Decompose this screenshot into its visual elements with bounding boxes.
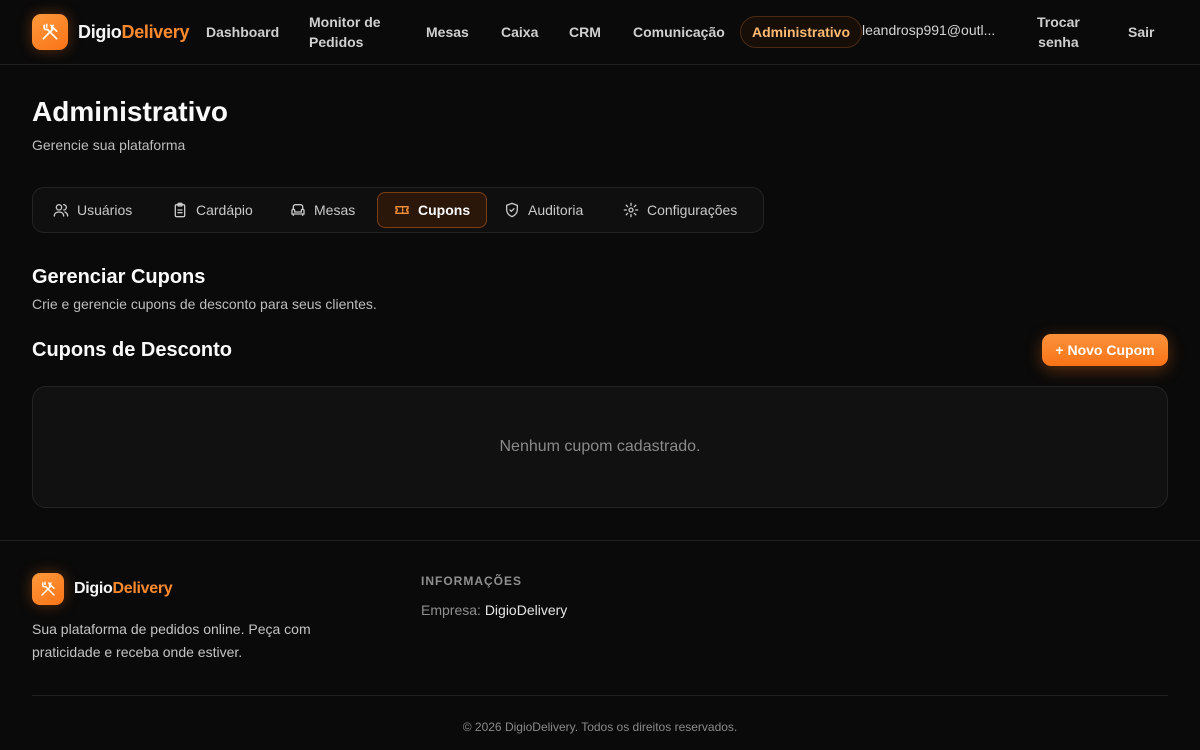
brand-logo[interactable]: DigioDelivery bbox=[32, 14, 189, 50]
tab-mesas[interactable]: Mesas bbox=[274, 192, 371, 228]
tab-cupons-label: Cupons bbox=[418, 202, 471, 218]
footer-brand-name: DigioDelivery bbox=[74, 580, 173, 597]
footer-bottom-divider bbox=[32, 695, 1168, 696]
nav-mesas[interactable]: Mesas bbox=[426, 22, 469, 42]
clipboard-icon bbox=[174, 202, 186, 218]
nav-comunicacao[interactable]: Comunicação bbox=[633, 22, 725, 42]
change-password-line2: senha bbox=[1038, 34, 1079, 50]
logout-button[interactable]: Sair bbox=[1128, 22, 1154, 42]
tab-auditoria[interactable]: Auditoria bbox=[488, 192, 599, 228]
tab-cardapio-label: Cardápio bbox=[196, 202, 253, 218]
nav-crm[interactable]: CRM bbox=[569, 22, 601, 42]
tab-usuarios[interactable]: Usuários bbox=[37, 192, 148, 228]
change-password-button[interactable]: Trocar senha bbox=[1037, 12, 1080, 52]
footer-divider bbox=[0, 540, 1200, 541]
section-description: Crie e gerencie cupons de desconto para … bbox=[32, 296, 377, 312]
section-title: Gerenciar Cupons bbox=[32, 266, 206, 288]
top-header: DigioDelivery Dashboard Monitor de Pedid… bbox=[0, 0, 1200, 65]
coupons-empty-state: Nenhum cupom cadastrado. bbox=[32, 386, 1168, 508]
tab-configuracoes-label: Configurações bbox=[647, 202, 738, 218]
tab-usuarios-label: Usuários bbox=[77, 202, 133, 218]
change-password-line1: Trocar bbox=[1037, 14, 1080, 30]
info-heading: INFORMAÇÕES bbox=[421, 574, 522, 588]
nav-monitor-pedidos[interactable]: Monitor de Pedidos bbox=[309, 12, 381, 52]
gear-icon bbox=[623, 202, 639, 218]
shield-icon bbox=[506, 202, 518, 218]
coupons-card-title: Cupons de Desconto bbox=[32, 339, 233, 361]
user-email: leandrosp991@outl... bbox=[862, 22, 996, 38]
sofa-icon bbox=[291, 204, 305, 216]
page-title: Administrativo bbox=[32, 96, 229, 127]
nav-monitor-line2: Pedidos bbox=[309, 34, 364, 50]
tab-configuracoes[interactable]: Configurações bbox=[607, 192, 753, 228]
page-subtitle: Gerencie sua plataforma bbox=[32, 137, 186, 153]
utensils-icon bbox=[32, 14, 68, 50]
brand-name: DigioDelivery bbox=[78, 21, 190, 42]
copyright: © 2026 DigioDelivery. Todos os direitos … bbox=[462, 720, 738, 734]
nav-caixa[interactable]: Caixa bbox=[501, 22, 538, 42]
footer-description: Sua plataforma de pedidos online. Peça c… bbox=[32, 621, 311, 660]
admin-tabs: Usuários Cardápio Mesas Cupons Auditoria… bbox=[32, 187, 764, 233]
users-icon bbox=[53, 204, 69, 217]
ticket-icon bbox=[395, 206, 409, 214]
tab-cupons[interactable]: Cupons bbox=[377, 192, 488, 228]
company-label: Empresa: bbox=[421, 602, 481, 618]
nav-administrativo[interactable]: Administrativo bbox=[740, 16, 862, 48]
footer-brand-logo: DigioDelivery bbox=[32, 573, 173, 605]
company-value: DigioDelivery bbox=[484, 602, 568, 618]
nav-dashboard[interactable]: Dashboard bbox=[206, 22, 279, 42]
nav-monitor-line1: Monitor de bbox=[309, 14, 381, 30]
empty-state-text: Nenhum cupom cadastrado. bbox=[499, 438, 701, 455]
tab-auditoria-label: Auditoria bbox=[528, 202, 584, 218]
new-coupon-button[interactable]: + Novo Cupom bbox=[1042, 334, 1168, 366]
tab-mesas-label: Mesas bbox=[314, 202, 356, 218]
company-info: Empresa: DigioDelivery bbox=[421, 602, 567, 618]
utensils-icon bbox=[32, 573, 64, 605]
tab-cardapio[interactable]: Cardápio bbox=[156, 192, 269, 228]
